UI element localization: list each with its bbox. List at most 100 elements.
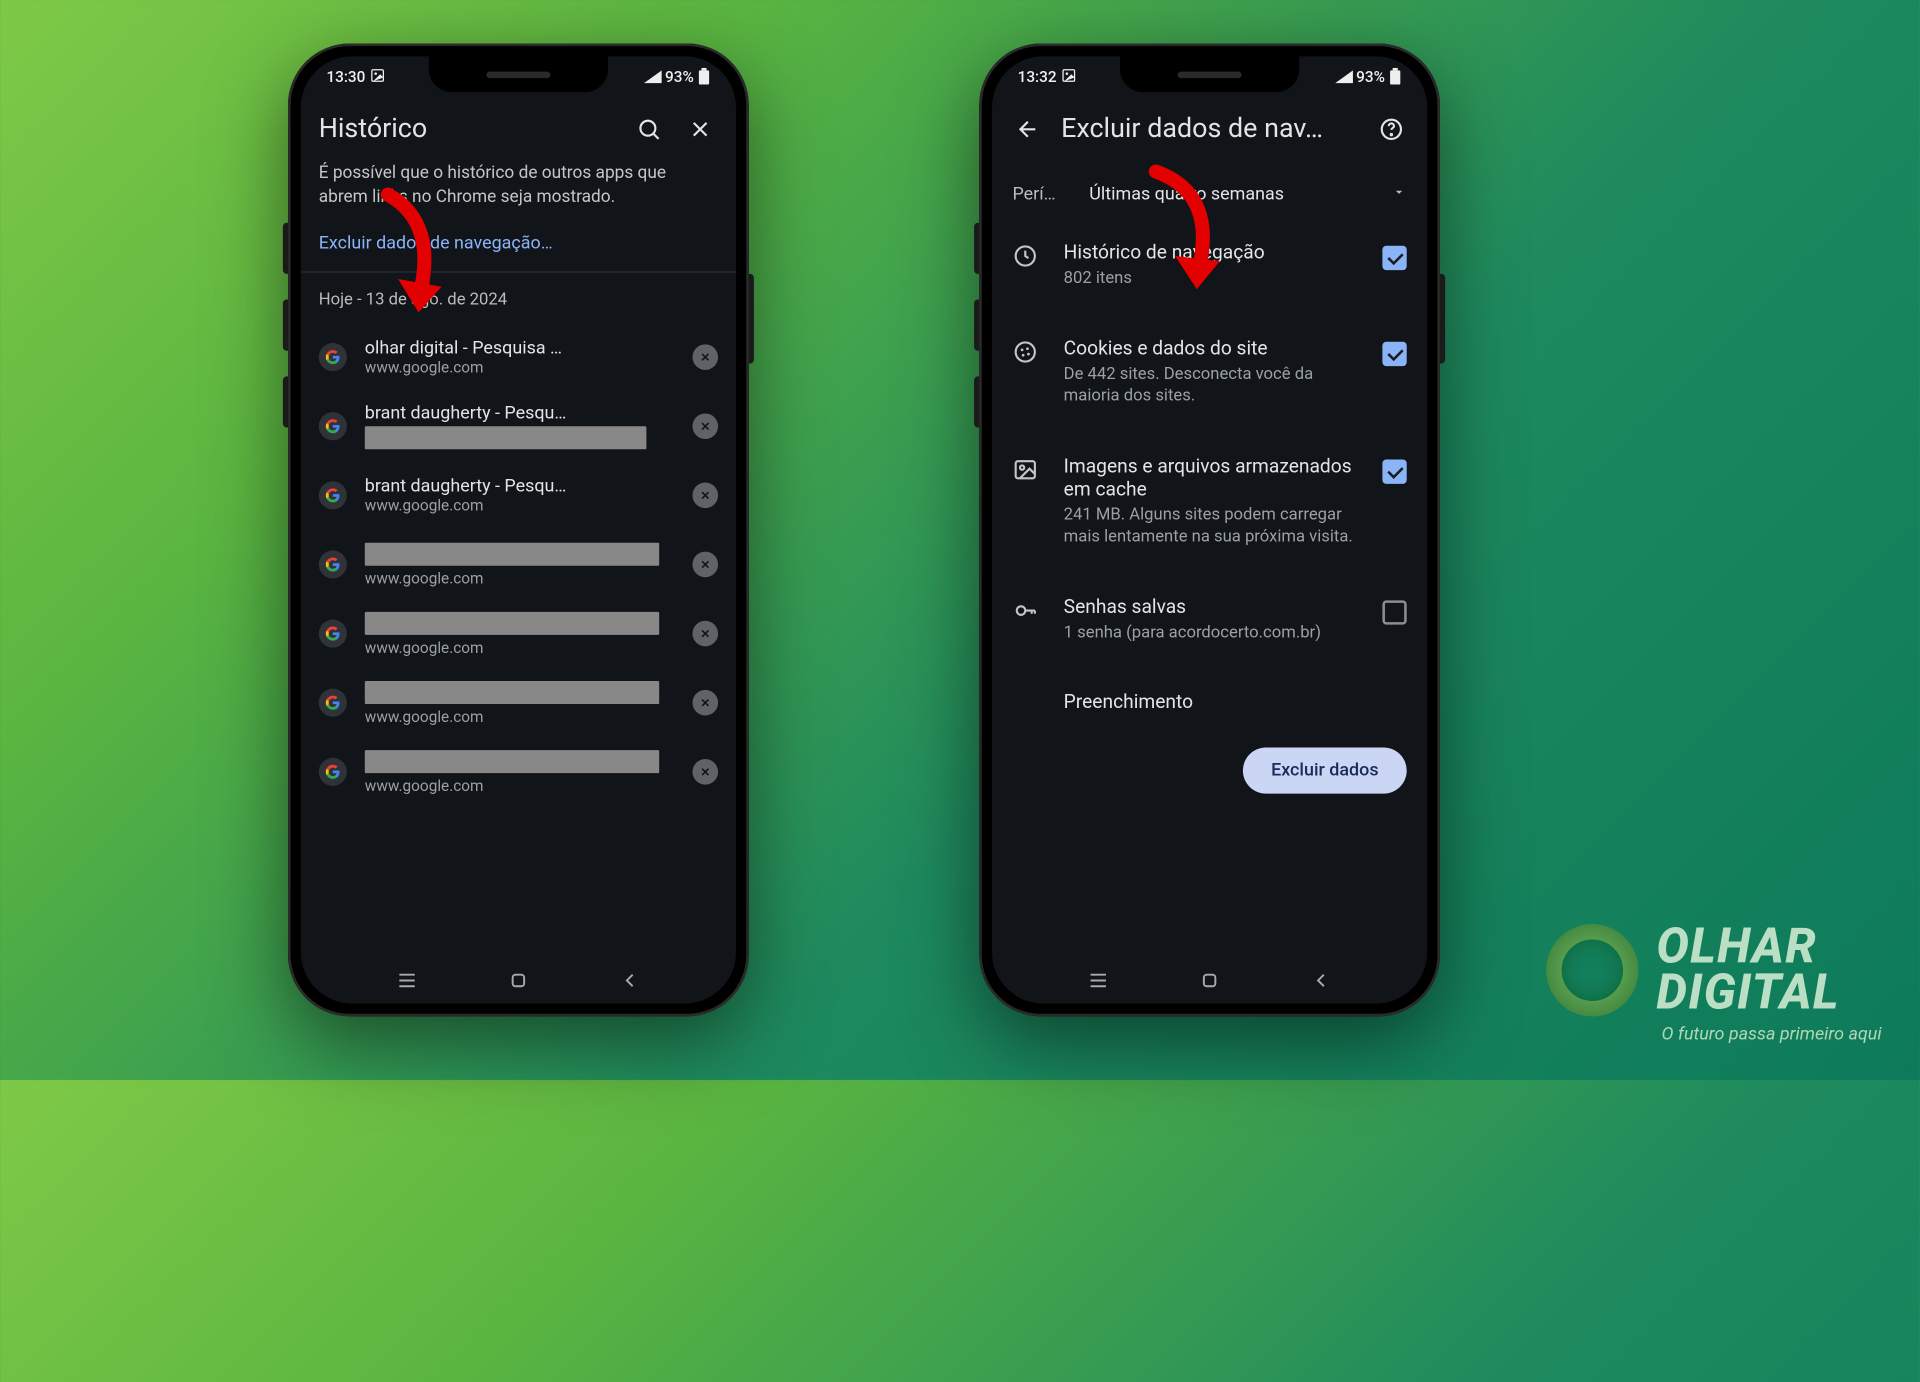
data-type-checkbox[interactable] [1382, 459, 1406, 483]
history-item[interactable]: www.google.com [301, 530, 736, 599]
data-type-checkbox[interactable] [1382, 600, 1406, 624]
screen-clear-data: 13:32 93% Excluir dados de nav… [992, 56, 1427, 1003]
delete-history-item-icon[interactable] [692, 759, 718, 785]
android-nav-bar [992, 963, 1427, 1004]
history-content: É possível que o histórico de outros app… [301, 161, 736, 962]
battery-icon [698, 68, 711, 86]
history-item-url: www.google.com [365, 639, 675, 657]
history-list: olhar digital - Pesquisa …www.google.com… [301, 322, 736, 962]
battery-icon [1389, 68, 1402, 86]
history-item-title: brant daugherty - Pesqu… [365, 403, 675, 423]
redacted-title [365, 543, 659, 566]
data-type-text: Cookies e dados do site De 442 sites. Des… [1064, 336, 1360, 408]
key-icon [1012, 595, 1040, 628]
help-icon[interactable] [1373, 111, 1409, 147]
data-type-checkbox[interactable] [1382, 246, 1406, 270]
recents-icon[interactable] [396, 969, 419, 997]
data-type-subtitle: 1 senha (para acordocerto.com.br) [1064, 622, 1360, 644]
data-type-text: Imagens e arquivos armazenados em cache2… [1064, 454, 1360, 549]
data-type-item[interactable]: Senhas salvas 1 senha (para acordocerto.c… [992, 572, 1427, 667]
close-icon[interactable] [682, 111, 718, 147]
history-item-url: www.google.com [365, 358, 675, 376]
watermark-logo: OLHAR DIGITAL O futuro passa primeiro aq… [1546, 924, 1881, 1045]
data-type-text: Histórico de navegação 802 itens [1064, 241, 1360, 290]
data-type-title: Preenchimento [1064, 690, 1407, 713]
delete-history-item-icon[interactable] [692, 482, 718, 508]
period-label: Perí… [1012, 184, 1076, 204]
history-item[interactable]: olhar digital - Pesquisa …www.google.com [301, 322, 736, 391]
status-time: 13:30 [326, 68, 365, 86]
watermark-o-icon [1546, 924, 1638, 1016]
history-item-url: www.google.com [365, 777, 675, 795]
history-item-text: brant daugherty - Pesqu…www.google.com [365, 476, 675, 514]
data-type-item[interactable]: Imagens e arquivos armazenados em cache2… [992, 431, 1427, 572]
period-value: Últimas quatro semanas [1089, 184, 1378, 204]
data-type-title: Cookies e dados do site [1064, 336, 1360, 359]
data-type-list: Histórico de navegação 802 itens Cookies e… [992, 218, 1427, 741]
favicon-google-icon [319, 688, 347, 716]
redacted-url [365, 426, 647, 449]
data-type-checkbox[interactable] [1382, 341, 1406, 365]
delete-history-item-icon[interactable] [692, 690, 718, 716]
cookie-icon [1012, 336, 1040, 369]
history-item-title: brant daugherty - Pesqu… [365, 476, 675, 496]
clear-data-content: Perí… Últimas quatro semanas Histórico d… [992, 161, 1427, 962]
delete-history-item-icon[interactable] [692, 551, 718, 577]
data-type-title: Histórico de navegação [1064, 241, 1360, 264]
screen-history: 13:30 93% Histórico [301, 56, 736, 1003]
history-item-text: www.google.com [365, 748, 675, 795]
notch [429, 56, 608, 92]
app-bar: Histórico [301, 97, 736, 161]
history-item-text: brant daugherty - Pesqu… [365, 403, 675, 449]
clear-browsing-data-link[interactable]: Excluir dados de navegação… [301, 225, 736, 271]
back-icon[interactable] [1309, 969, 1332, 997]
status-battery: 93% [1356, 68, 1385, 86]
time-range-selector[interactable]: Perí… Últimas quatro semanas [992, 161, 1427, 217]
history-item-title: olhar digital - Pesquisa … [365, 338, 675, 358]
android-nav-bar [301, 963, 736, 1004]
home-icon[interactable] [507, 969, 530, 997]
history-item-text: olhar digital - Pesquisa …www.google.com [365, 338, 675, 376]
back-arrow-icon[interactable] [1010, 111, 1046, 147]
history-item[interactable]: brant daugherty - Pesqu…www.google.com [301, 461, 736, 530]
favicon-google-icon [319, 550, 347, 578]
history-item[interactable]: brant daugherty - Pesqu… [301, 391, 736, 460]
status-battery: 93% [665, 68, 694, 86]
signal-icon [643, 70, 661, 83]
delete-history-item-icon[interactable] [692, 344, 718, 370]
history-item-text: www.google.com [365, 679, 675, 726]
clear-data-button[interactable]: Excluir dados [1243, 748, 1407, 794]
data-type-item[interactable]: Cookies e dados do site De 442 sites. Des… [992, 313, 1427, 431]
date-header: Hoje - 13 de ago. de 2024 [301, 272, 736, 322]
history-item[interactable]: www.google.com [301, 599, 736, 668]
history-item[interactable]: www.google.com [301, 668, 736, 737]
status-time: 13:32 [1018, 68, 1057, 86]
phone-mockup-right: 13:32 93% Excluir dados de nav… [979, 44, 1440, 1017]
page-title: Excluir dados de nav… [1061, 114, 1358, 145]
phone-mockup-left: 13:30 93% Histórico [288, 44, 749, 1017]
data-type-subtitle: De 442 sites. Desconecta você da maioria… [1064, 363, 1360, 408]
history-item[interactable]: www.google.com [301, 737, 736, 806]
recents-icon[interactable] [1087, 969, 1110, 997]
page-title: Histórico [319, 114, 616, 145]
search-icon[interactable] [631, 111, 667, 147]
history-notice: É possível que o histórico de outros app… [301, 161, 736, 225]
data-type-title: Senhas salvas [1064, 595, 1360, 618]
delete-history-item-icon[interactable] [692, 621, 718, 647]
data-type-subtitle: 802 itens [1064, 268, 1360, 290]
blank-icon [1012, 690, 1040, 693]
image-icon [1012, 454, 1040, 487]
favicon-google-icon [319, 619, 347, 647]
data-type-item[interactable]: Histórico de navegação 802 itens [992, 218, 1427, 313]
back-icon[interactable] [618, 969, 641, 997]
favicon-google-icon [319, 412, 347, 440]
image-icon [1062, 67, 1077, 86]
watermark-tagline: O futuro passa primeiro aqui [1662, 1024, 1882, 1044]
favicon-google-icon [319, 481, 347, 509]
data-type-item[interactable]: Preenchimento [992, 667, 1427, 740]
home-icon[interactable] [1198, 969, 1221, 997]
delete-history-item-icon[interactable] [692, 413, 718, 439]
data-type-title: Imagens e arquivos armazenados em cache [1064, 454, 1360, 500]
chevron-down-icon [1391, 184, 1406, 204]
redacted-title [365, 681, 659, 704]
